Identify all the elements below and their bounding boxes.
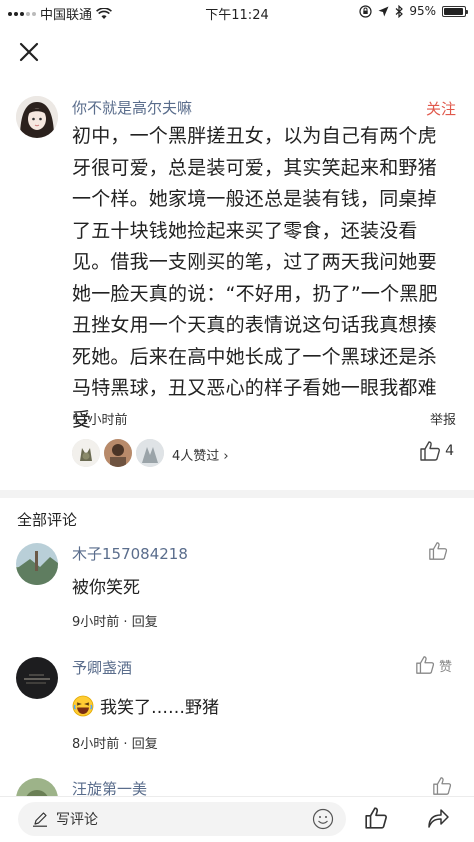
comment-meta: 8小时前 · 回复: [72, 737, 158, 752]
write-comment-input[interactable]: 写评论: [18, 802, 346, 836]
post-like-count: 4: [445, 443, 454, 459]
rotation-lock-icon: [359, 4, 372, 18]
post-line: 她一脸天真的说：“不好用，扔了”一个黑肥: [72, 282, 438, 305]
post-line: 马特黑球，丑又恶心的样子看她一眼我都难: [72, 377, 437, 399]
location-icon: [378, 6, 389, 16]
comment-text: 我笑了……野猪: [72, 693, 219, 718]
comment-like-button[interactable]: 赞: [415, 655, 452, 675]
report-button[interactable]: 举报: [430, 409, 456, 428]
post-author-avatar[interactable]: [16, 96, 58, 138]
battery-percent: 95%: [409, 4, 436, 18]
post-author-name[interactable]: 你不就是高尔夫嘛: [72, 97, 192, 118]
comment-like-button[interactable]: [428, 541, 452, 561]
comments-heading: 全部评论: [17, 511, 78, 529]
bluetooth-icon: [395, 4, 404, 18]
comment-text-content: 我笑了……野猪: [100, 698, 219, 718]
comment-text-content: 被你笑死: [72, 578, 140, 598]
liker-avatar[interactable]: [104, 439, 132, 467]
liker-avatar[interactable]: [72, 439, 100, 467]
post-line: 受: [72, 408, 92, 431]
close-icon[interactable]: [17, 40, 41, 64]
reply-button[interactable]: 回复: [132, 615, 158, 630]
post-line: 丑挫女用一个天真的表情说这句话我真想揍: [72, 314, 437, 336]
comment-like-label: 赞: [438, 659, 452, 675]
post-timestamp: 11小时前: [72, 413, 128, 428]
comment-time: 9小时前: [72, 615, 120, 630]
thumbs-up-icon[interactable]: [364, 806, 388, 830]
likers-count-link[interactable]: 4人赞过 ›: [172, 445, 229, 464]
comment-meta: 9小时前 · 回复: [72, 615, 158, 630]
post-line: 牙很可爱，总是装可爱，其实笑起来和野猪: [72, 156, 437, 179]
post-line: 初中，一个黑胖搓丑女，以为自己有两个虎: [72, 125, 437, 147]
post-line: 一个样。她家境一般还总是装有钱，同桌掉: [72, 188, 437, 210]
commenter-name[interactable]: 木子157084218: [72, 543, 188, 564]
battery-icon: [442, 5, 468, 17]
commenter-name[interactable]: 予卿盏酒: [72, 657, 132, 678]
status-right: 95%: [359, 4, 468, 18]
write-comment-placeholder: 写评论: [56, 812, 98, 828]
share-icon[interactable]: [426, 806, 450, 830]
commenter-avatar[interactable]: [16, 657, 58, 699]
comment-like-button[interactable]: [432, 776, 452, 796]
liker-avatars[interactable]: [72, 439, 168, 467]
commenter-avatar[interactable]: [16, 543, 58, 585]
post-line: 死她。后来在高中她长成了一个黑球还是杀: [72, 345, 437, 368]
bottom-action-bar: 写评论: [0, 796, 474, 842]
reply-button[interactable]: 回复: [132, 737, 158, 752]
post-body: 初中，一个黑胖搓丑女，以为自己有两个虎 牙很可爱，总是装可爱，其实笑起来和野猪 …: [72, 121, 464, 436]
comment-time: 8小时前: [72, 737, 120, 752]
post-like-button[interactable]: 4: [419, 440, 454, 462]
post-line: 了五十块钱她捡起来买了零食，还装没看: [72, 219, 418, 242]
comment-text: 被你笑死: [72, 573, 140, 598]
thumbs-up-icon: [416, 656, 435, 674]
thumbs-up-icon: [420, 441, 441, 461]
liker-avatar[interactable]: [136, 439, 164, 467]
status-bar: 中国联通 下午11:24 95%: [0, 0, 474, 24]
thumbs-up-icon: [433, 777, 452, 795]
emoji-icon[interactable]: [312, 808, 334, 830]
thumbs-up-icon: [429, 542, 448, 560]
laughing-emoji-icon: [72, 695, 94, 716]
post-line: 见。借我一支刚买的笔，过了两天我问她要: [72, 251, 437, 273]
pen-icon: [33, 812, 47, 827]
section-divider: [0, 490, 474, 498]
follow-button[interactable]: 关注: [426, 98, 456, 119]
